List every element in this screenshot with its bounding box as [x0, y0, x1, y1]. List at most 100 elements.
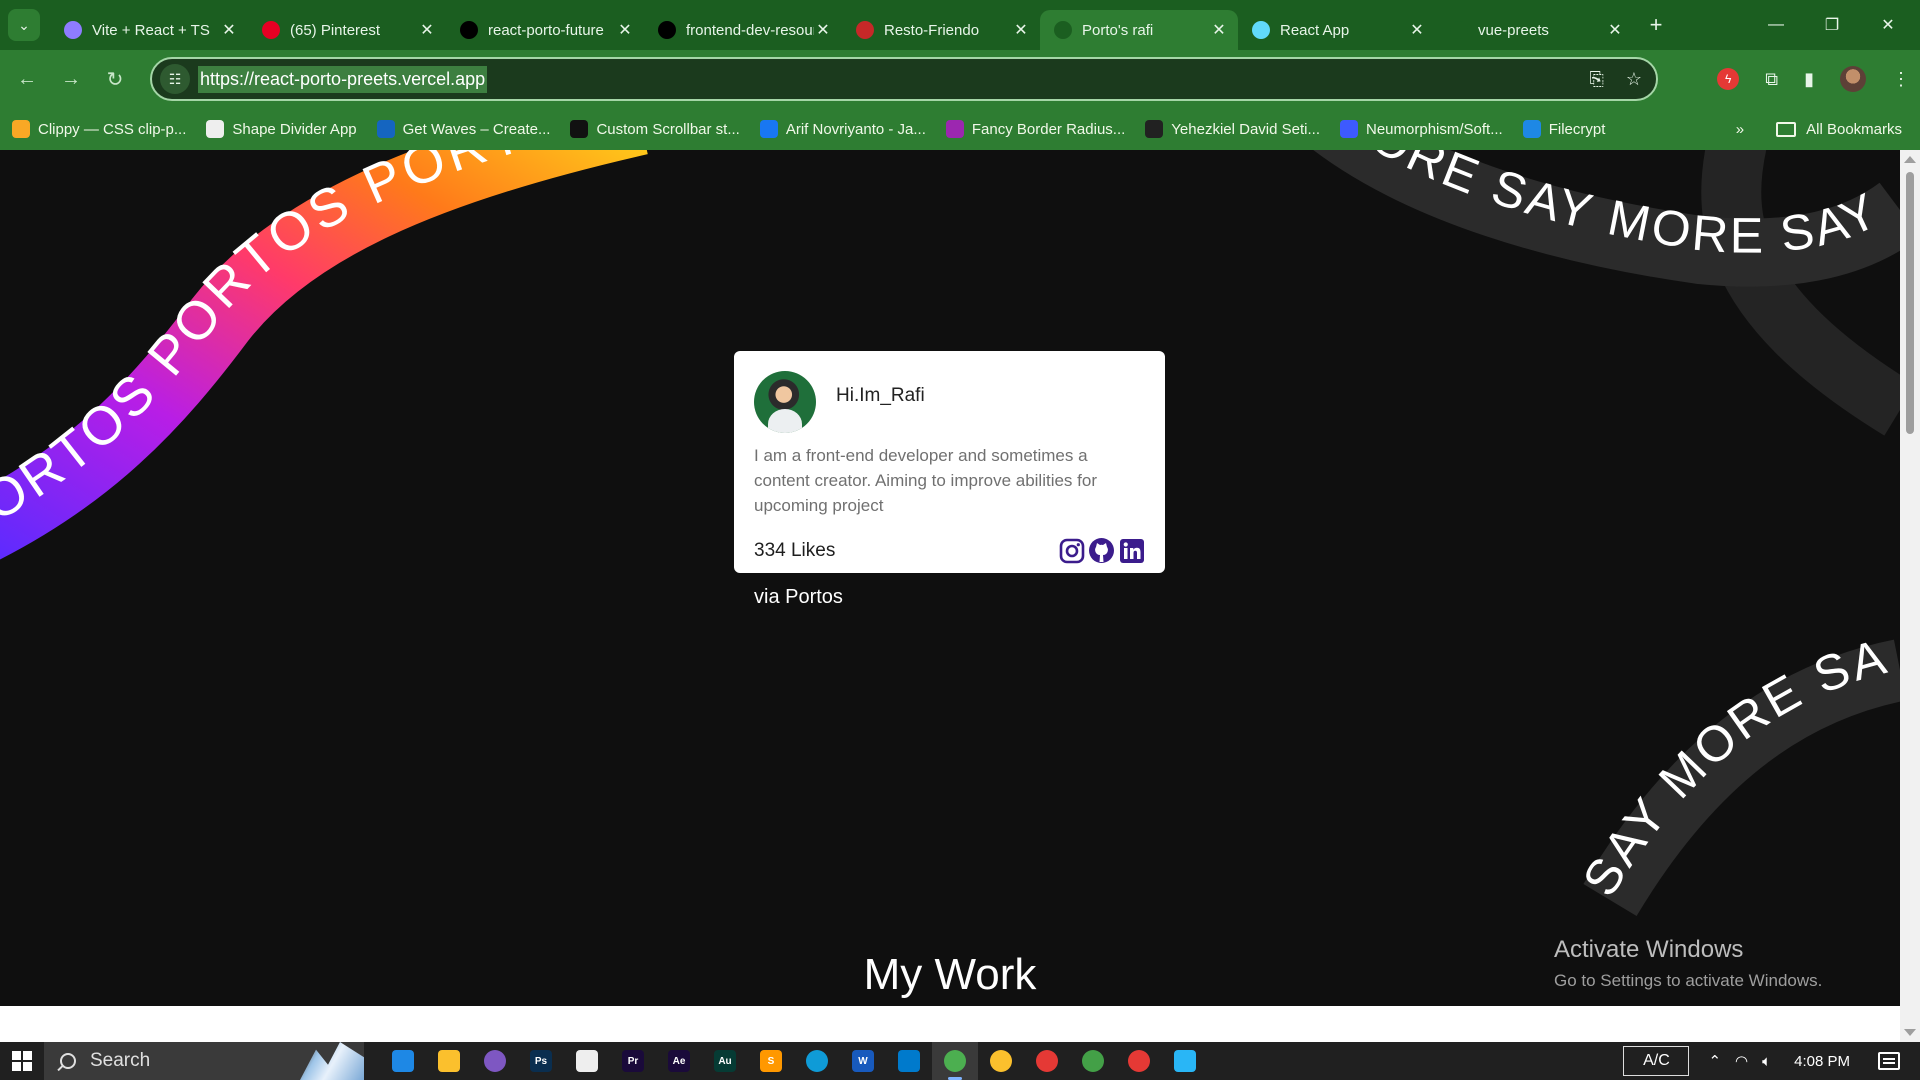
taskbar-app[interactable]	[426, 1042, 472, 1080]
address-bar[interactable]: ☷ https://react-porto-preets.vercel.app …	[150, 57, 1658, 101]
taskbar-app[interactable]	[1070, 1042, 1116, 1080]
extensions-puzzle-icon[interactable]: ⧉	[1765, 69, 1778, 90]
taskbar-app[interactable]: Pr	[610, 1042, 656, 1080]
browser-tab[interactable]: React App ✕	[1238, 10, 1436, 50]
bookmarks-bar: Clippy — CSS clip-p... Shape Divider App G…	[0, 108, 1920, 150]
windows-taskbar: Search Ps Pr Ae Au S W A/C ⌃ ◠ 🔈︎ 4:08 PM	[0, 1042, 1920, 1080]
scroll-down-icon[interactable]	[1904, 1029, 1916, 1036]
taskbar-app[interactable]	[1024, 1042, 1070, 1080]
bookmark-label: Arif Novriyanto - Ja...	[785, 120, 926, 138]
scrollbar-thumb[interactable]	[1906, 172, 1914, 434]
bookmark-item[interactable]: Custom Scrollbar st...	[570, 120, 740, 138]
search-icon	[60, 1053, 76, 1069]
tab-close-icon[interactable]: ✕	[616, 20, 634, 40]
tab-search-button[interactable]: ⌄	[8, 9, 40, 41]
taskbar-app[interactable]	[932, 1042, 978, 1080]
taskbar-app[interactable]	[1162, 1042, 1208, 1080]
menu-kebab-icon[interactable]: ⋮	[1892, 69, 1910, 90]
tab-close-icon[interactable]: ✕	[1210, 20, 1228, 40]
folder-icon	[1776, 122, 1797, 138]
taskbar-clock[interactable]: 4:08 PM	[1794, 1053, 1850, 1070]
bookmark-label: Yehezkiel David Seti...	[1171, 120, 1320, 138]
reload-icon[interactable]: ↻	[98, 62, 132, 96]
bookmark-label: Custom Scrollbar st...	[596, 120, 740, 138]
bookmark-item[interactable]: Fancy Border Radius...	[945, 120, 1125, 138]
browser-tab[interactable]: Porto's rafi ✕	[1040, 10, 1238, 50]
site-info-icon[interactable]: ☷	[160, 64, 190, 94]
taskbar-app[interactable]	[1116, 1042, 1162, 1080]
search-highlight-art	[300, 1042, 364, 1080]
waves-icon	[376, 120, 395, 138]
bookmark-star-icon[interactable]: ☆	[1626, 69, 1642, 90]
scroll-up-icon[interactable]	[1904, 156, 1916, 163]
pinterest-icon	[262, 21, 280, 39]
page-icon	[1054, 21, 1072, 39]
taskbar-search[interactable]: Search	[44, 1042, 364, 1080]
side-panel-icon[interactable]: ▮	[1804, 69, 1814, 90]
taskbar-app[interactable]: Ae	[656, 1042, 702, 1080]
bookmark-item[interactable]: Clippy — CSS clip-p...	[12, 120, 186, 138]
page-scrollbar[interactable]	[1900, 150, 1920, 1042]
tab-close-icon[interactable]: ✕	[1606, 20, 1624, 40]
browser-tab[interactable]: (65) Pinterest ✕	[248, 10, 446, 50]
likes-count[interactable]: 334 Likes	[754, 540, 835, 562]
browser-tab[interactable]: Vite + React + TS ✕	[50, 10, 248, 50]
volume-icon[interactable]: 🔈︎	[1762, 1053, 1771, 1070]
browser-tab[interactable]: Resto-Friendo ✕	[842, 10, 1040, 50]
bookmark-item[interactable]: Shape Divider App	[206, 120, 357, 138]
chrome-icon	[1036, 1050, 1058, 1072]
url-text[interactable]: https://react-porto-preets.vercel.app	[198, 65, 488, 93]
taskbar-app[interactable]	[978, 1042, 1024, 1080]
tab-close-icon[interactable]: ✕	[814, 20, 832, 40]
tab-close-icon[interactable]: ✕	[1408, 20, 1426, 40]
github-icon[interactable]	[1088, 537, 1115, 564]
sublime-icon: S	[760, 1050, 782, 1072]
bookmark-item[interactable]: Filecrypt	[1522, 120, 1606, 138]
bookmarks-overflow-button[interactable]: »	[1736, 121, 1744, 138]
page-bottom-strip	[0, 1006, 1900, 1042]
restore-icon[interactable]: ❐	[1804, 0, 1860, 50]
vscode-icon	[898, 1050, 920, 1072]
profile-avatar[interactable]	[1840, 66, 1866, 92]
bookmark-item[interactable]: Arif Novriyanto - Ja...	[759, 120, 926, 138]
taskbar-app[interactable]: S	[748, 1042, 794, 1080]
wifi-icon[interactable]: ◠	[1735, 1052, 1748, 1070]
taskbar-app[interactable]: Au	[702, 1042, 748, 1080]
instagram-icon[interactable]	[1058, 537, 1085, 564]
profile-name: Hi.Im_Rafi	[836, 385, 925, 406]
taskbar-app[interactable]: W	[840, 1042, 886, 1080]
taskbar-app[interactable]: Ps	[518, 1042, 564, 1080]
browser-tab[interactable]: frontend-dev-resources✕	[644, 10, 842, 50]
extension-icon[interactable]: ϟ	[1717, 68, 1740, 90]
all-bookmarks-label: All Bookmarks	[1806, 120, 1902, 138]
taskbar-app[interactable]	[794, 1042, 840, 1080]
install-app-icon[interactable]: ⎘	[1589, 69, 1603, 90]
tab-close-icon[interactable]: ✕	[220, 20, 238, 40]
bookmark-item[interactable]: Yehezkiel David Seti...	[1145, 120, 1320, 138]
tab-close-icon[interactable]: ✕	[418, 20, 436, 40]
new-tab-button[interactable]: +	[1640, 9, 1672, 41]
browser-tab[interactable]: react-porto-future ✕	[446, 10, 644, 50]
bookmark-label: Clippy — CSS clip-p...	[38, 120, 187, 138]
bookmark-item[interactable]: Get Waves – Create...	[376, 120, 550, 138]
browser-tab[interactable]: vue-preets ✕	[1436, 10, 1634, 50]
taskbar-app[interactable]	[472, 1042, 518, 1080]
taskbar-app[interactable]	[564, 1042, 610, 1080]
chevron-up-icon[interactable]: ⌃	[1708, 1052, 1721, 1070]
close-window-icon[interactable]: ✕	[1860, 0, 1916, 50]
start-button[interactable]	[0, 1042, 44, 1080]
notification-icon[interactable]	[1878, 1052, 1900, 1070]
ac-indicator[interactable]: A/C	[1623, 1046, 1690, 1076]
bookmark-item[interactable]: Neumorphism/Soft...	[1340, 120, 1503, 138]
forward-icon[interactable]: →	[54, 62, 88, 96]
back-icon[interactable]: ←	[10, 62, 44, 96]
tab-close-icon[interactable]: ✕	[1012, 20, 1030, 40]
address-bar-actions: ⎘ ☆	[1589, 59, 1642, 99]
tab-title: Porto's rafi	[1082, 21, 1154, 39]
minimize-icon[interactable]: —	[1748, 0, 1804, 50]
linkedin-icon[interactable]	[1118, 537, 1145, 564]
taskbar-app[interactable]	[380, 1042, 426, 1080]
bookmark-label: Filecrypt	[1548, 120, 1606, 138]
all-bookmarks-button[interactable]: All Bookmarks	[1776, 121, 1902, 138]
taskbar-app[interactable]	[886, 1042, 932, 1080]
